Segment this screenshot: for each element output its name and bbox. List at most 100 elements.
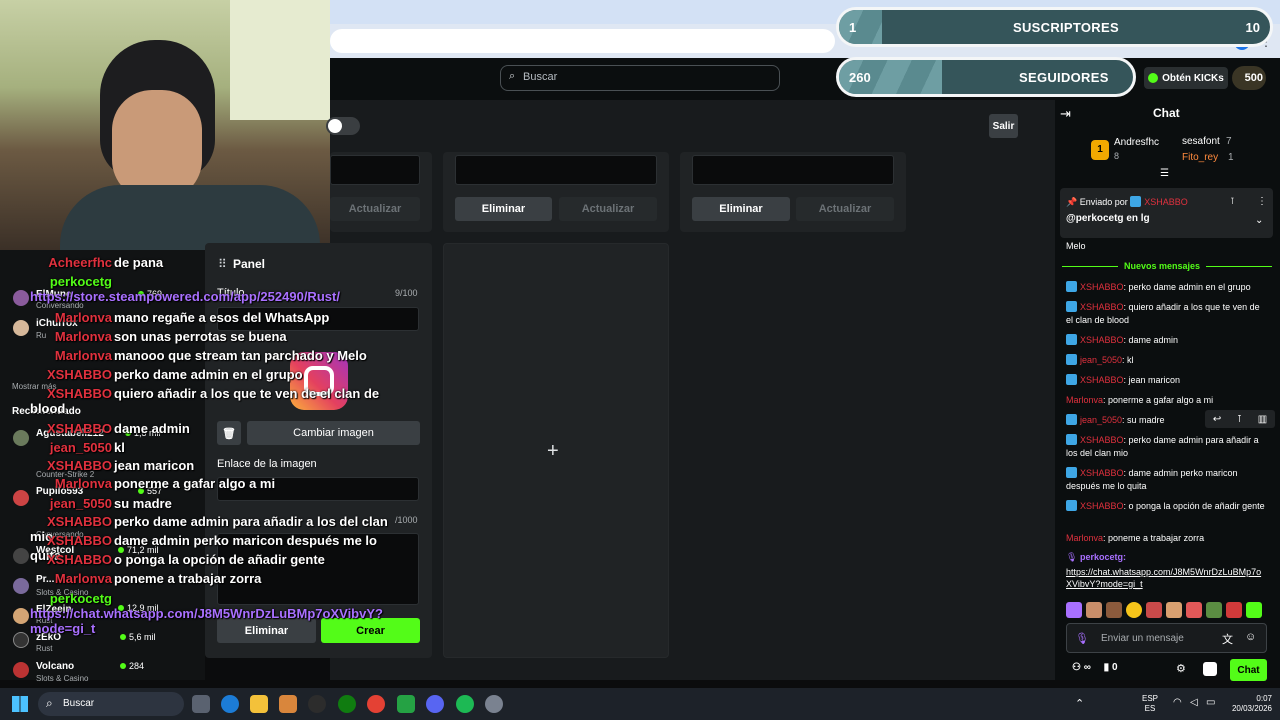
plus-icon[interactable]: +: [547, 440, 559, 463]
top-gifter-name[interactable]: Andresfhc: [1114, 137, 1159, 148]
xbox-icon[interactable]: [338, 695, 356, 713]
wifi-icon[interactable]: ◠: [1173, 697, 1182, 708]
chat-username[interactable]: Marlonva: [1066, 395, 1103, 405]
panel-image-1: [330, 155, 420, 185]
discord-icon[interactable]: [426, 695, 444, 713]
sub-badge-icon: [1066, 374, 1077, 385]
stream-chat-user: XSHABBO: [46, 552, 112, 567]
xbox-app-icon[interactable]: [397, 695, 415, 713]
emote-icon[interactable]: [1226, 602, 1242, 618]
battery-icon[interactable]: ▭: [1206, 697, 1215, 708]
top-gifter-count: 1: [1228, 152, 1234, 163]
chat-message: XSHABBO: perko dame admin para añadir a …: [1066, 434, 1266, 460]
chat-username[interactable]: XSHABBO: [1080, 302, 1124, 312]
chevron-down-icon[interactable]: ☰: [1160, 168, 1169, 179]
chat-username[interactable]: jean_5050: [1080, 415, 1122, 425]
clock[interactable]: 0:07 20/03/2026: [1224, 694, 1272, 714]
more-options-icon[interactable]: ⋮: [1257, 196, 1267, 207]
kicks-balance[interactable]: 500: [1232, 66, 1266, 90]
file-explorer-icon[interactable]: [250, 695, 268, 713]
pin-icon: 📌: [1066, 197, 1078, 207]
chat-message: XSHABBO: quiero añadir a los que te ven …: [1066, 301, 1266, 327]
chat-link[interactable]: https://chat.whatsapp.com/J8M5WnrDzLuBMp…: [1066, 566, 1266, 590]
chat-username[interactable]: XSHABBO: [1080, 435, 1124, 445]
emote-icon[interactable]: [1206, 602, 1222, 618]
chat-username[interactable]: jean_5050: [1080, 355, 1122, 365]
stream-chat-text: https://store.steampowered.com/app/25249…: [30, 289, 340, 304]
task-view-icon[interactable]: [192, 695, 210, 713]
chat-username[interactable]: XSHABBO: [1080, 501, 1124, 511]
unpin-icon[interactable]: ⊺: [1230, 196, 1235, 207]
stream-chat-line: XSHABBO quiero añadir a los que te ven de…: [30, 386, 410, 416]
chrome-icon[interactable]: [367, 695, 385, 713]
update-button-1[interactable]: Actualizar: [330, 197, 420, 221]
chat-input[interactable]: 🎙 Enviar un mensaje 文 ☺: [1066, 623, 1267, 653]
expand-icon[interactable]: ⌄: [1255, 215, 1263, 226]
spotify-icon[interactable]: [456, 695, 474, 713]
collapse-chat-icon[interactable]: ⇥: [1060, 106, 1071, 122]
chat-username[interactable]: XSHABBO: [1080, 468, 1124, 478]
send-chat-button[interactable]: Chat: [1230, 659, 1267, 681]
stream-chat-text: o ponga la opción de añadir gente: [114, 552, 325, 567]
obs-icon[interactable]: [308, 695, 326, 713]
delete-button-2[interactable]: Eliminar: [455, 197, 552, 221]
emote-icon[interactable]: [1066, 602, 1082, 618]
stream-chat-line: jean_5050 su madre: [30, 496, 410, 511]
volume-icon[interactable]: ◁: [1190, 697, 1198, 708]
sub-badge-icon: [1066, 354, 1077, 365]
stream-chat-text: de pana: [114, 255, 164, 270]
sub-badge-icon: [1066, 500, 1077, 511]
chat-username[interactable]: XSHABBO: [1080, 375, 1124, 385]
address-bar[interactable]: [330, 29, 835, 53]
settings-icon[interactable]: ⚙: [1176, 662, 1186, 675]
avatar[interactable]: [13, 662, 29, 678]
emote-icon[interactable]: [1246, 602, 1262, 618]
sub-badge-icon: [1066, 301, 1077, 312]
windows-start-icon[interactable]: [12, 696, 28, 712]
dashboard-toolbar: [330, 100, 1035, 152]
delete-button-3[interactable]: Eliminar: [692, 197, 790, 221]
chevron-up-icon[interactable]: ⌃: [1075, 697, 1084, 710]
update-button-2[interactable]: Actualizar: [559, 197, 657, 221]
translate-icon[interactable]: 文: [1222, 631, 1233, 647]
chat-message-text: : jean maricon: [1123, 375, 1181, 385]
emote-bar: [1066, 602, 1266, 618]
panel-toggle[interactable]: [326, 117, 360, 135]
edge-icon[interactable]: [221, 695, 239, 713]
settings-app-icon[interactable]: [485, 695, 503, 713]
exit-button[interactable]: Salir: [989, 114, 1018, 138]
app-icon[interactable]: [279, 695, 297, 713]
chat-username[interactable]: XSHABBO: [1080, 335, 1124, 345]
chat-footer: ⚇ ∞ ▮ 0: [1072, 662, 1118, 673]
emote-icon[interactable]: [1106, 602, 1122, 618]
webcam-overlay: [0, 0, 330, 250]
avatar[interactable]: [13, 632, 29, 648]
chat-username[interactable]: Marlonva: [1066, 533, 1103, 543]
language-indicator[interactable]: ESP ES: [1142, 694, 1158, 714]
top-gifter-name[interactable]: Fito_rey: [1182, 152, 1218, 163]
emoji-icon[interactable]: ☺: [1245, 631, 1256, 643]
top-gifter-name[interactable]: sesafont: [1182, 136, 1220, 147]
get-kicks-button[interactable]: Obtén KICKs: [1144, 67, 1228, 89]
taskbar-search[interactable]: ⌕ Buscar: [38, 692, 184, 716]
channel-name[interactable]: Volcano: [36, 661, 74, 672]
stream-chat-line: Marlonva poneme a trabajar zorra: [30, 571, 410, 586]
kick-coin-icon: [1148, 73, 1159, 83]
chat-username[interactable]: XSHABBO: [1080, 282, 1124, 292]
chat-message-text: Melo: [1066, 241, 1086, 251]
chat-message-text: : dame admin: [1123, 335, 1179, 345]
emote-icon[interactable]: [1146, 602, 1162, 618]
chat-message: jean_5050: su madre: [1066, 414, 1266, 427]
search-input[interactable]: ⌕ Buscar: [500, 65, 780, 91]
emote-icon[interactable]: [1166, 602, 1182, 618]
stream-chat-line: Marlonva manooo que stream tan parchado y…: [30, 348, 410, 363]
stream-chat-user: XSHABBO: [46, 386, 112, 401]
emote-icon[interactable]: [1086, 602, 1102, 618]
emote-icon[interactable]: [1126, 602, 1142, 618]
kick-icon[interactable]: [1203, 662, 1217, 676]
emote-icon[interactable]: [1186, 602, 1202, 618]
stream-chat-text: ponerme a gafar algo a mi: [114, 476, 276, 491]
stream-chat-text: su madre: [114, 496, 172, 511]
stream-chat-user: XSHABBO: [46, 367, 112, 382]
update-button-3[interactable]: Actualizar: [796, 197, 894, 221]
